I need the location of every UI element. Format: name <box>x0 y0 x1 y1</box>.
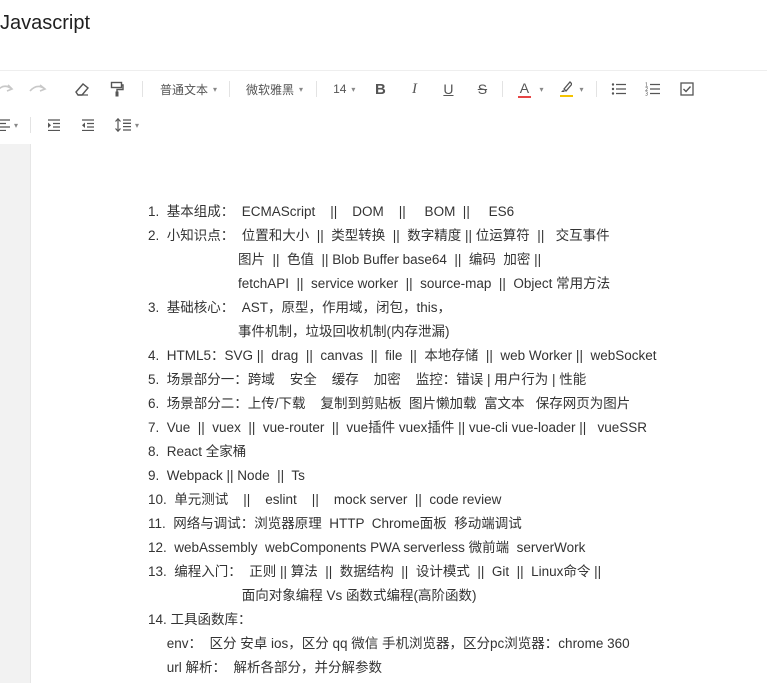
toolbar-separator <box>229 81 231 97</box>
highlight-color-button[interactable] <box>559 76 573 102</box>
outdent-icon <box>82 119 95 131</box>
document-line[interactable]: 8. React 全家桶 <box>148 440 767 464</box>
bullet-list-icon <box>612 83 627 95</box>
highlighter-icon <box>561 81 573 92</box>
document-line[interactable]: 图片 || 色值 || Blob Buffer base64 || 编码 加密 … <box>148 248 767 272</box>
paragraph-style-value: 普通文本 <box>160 82 209 97</box>
document-line[interactable]: 13. 编程入门： 正则 || 算法 || 数据结构 || 设计模式 || Gi… <box>148 560 767 584</box>
document-line[interactable]: 5. 场景部分一：跨域 安全 缓存 加密 监控：错误 | 用户行为 | 性能 <box>148 368 767 392</box>
chevron-down-icon: ▾ <box>351 84 356 94</box>
document-line[interactable]: 14. 工具函数库： <box>148 608 767 632</box>
italic-button[interactable]: I <box>406 76 422 102</box>
document-line[interactable]: fetchAPI || service worker || source-map… <box>148 272 767 296</box>
chevron-down-icon: ▾ <box>299 84 304 94</box>
document-line[interactable]: 1. 基本组成： ECMAScript || DOM || BOM || ES6 <box>148 200 767 224</box>
document-page[interactable]: 1. 基本组成： ECMAScript || DOM || BOM || ES6… <box>30 144 767 683</box>
format-painter-icon <box>110 81 124 97</box>
document-line[interactable]: 10. 单元测试 || eslint || mock server || cod… <box>148 488 767 512</box>
document-line[interactable]: 2. 小知识点： 位置和大小 || 类型转换 || 数字精度 || 位运算符 |… <box>148 224 767 248</box>
toolbar-separator <box>596 81 598 97</box>
highlight-color-swatch <box>559 95 573 97</box>
toolbar-separator <box>316 81 318 97</box>
chevron-down-icon[interactable]: ▾ <box>539 85 543 94</box>
document-line[interactable]: 3. 基础核心： AST，原型，作用域，闭包，this， <box>148 296 767 320</box>
document-title[interactable]: Javascript <box>0 12 90 35</box>
toolbar-separator <box>30 117 32 133</box>
document-line[interactable]: 面向对象编程 Vs 函数式编程(高阶函数) <box>148 584 767 608</box>
document-line[interactable]: 4. HTML5：SVG || drag || canvas || file |… <box>148 344 767 368</box>
document-line[interactable]: 12. webAssembly webComponents PWA server… <box>148 536 767 560</box>
editor-toolbar-secondary: ▾ ▾ <box>0 107 767 143</box>
document-line[interactable]: env： 区分 安卓 ios，区分 qq 微信 手机浏览器，区分pc浏览器：ch… <box>148 632 767 656</box>
document-line[interactable]: 9. Webpack || Node || Ts <box>148 464 767 488</box>
checkbox-icon <box>680 82 695 96</box>
document-line[interactable]: url 解析： 解析各部分，并分解参数 <box>148 656 767 680</box>
chevron-down-icon[interactable]: ▾ <box>14 121 18 130</box>
toolbar-separator <box>142 81 143 97</box>
redo-button[interactable] <box>28 76 48 102</box>
numbered-list-button[interactable]: 123 <box>645 76 661 102</box>
eraser-icon <box>75 83 90 96</box>
undo-icon <box>0 84 14 92</box>
chevron-down-icon: ▾ <box>213 84 218 94</box>
font-family-value: 微软雅黑 <box>246 82 295 97</box>
chevron-down-icon[interactable]: ▾ <box>135 121 139 130</box>
document-line[interactable]: 11. 网络与调试：浏览器原理 HTTP Chrome面板 移动端调试 <box>148 512 767 536</box>
font-family-dropdown[interactable]: 微软雅黑 ▾ <box>246 76 303 102</box>
toolbar-separator <box>502 81 504 97</box>
font-color-letter: A <box>519 79 530 96</box>
line-height-dropdown[interactable] <box>115 112 132 138</box>
editor-toolbar-main: 普通文本 ▾ 微软雅黑 ▾ 14 ▾ B I U S A ▾ ▾ 123 <box>0 71 767 107</box>
document-line[interactable]: 6. 场景部分二：上传/下载 复制到剪贴板 图片懒加载 富文本 保存网页为图片 <box>148 392 767 416</box>
outdent-button[interactable] <box>81 112 95 138</box>
numbered-list-icon: 123 <box>645 83 661 97</box>
font-size-value: 14 <box>333 82 347 96</box>
svg-text:3: 3 <box>645 92 648 97</box>
document-line[interactable]: 7. Vue || vuex || vue-router || vue插件 vu… <box>148 416 767 440</box>
line-height-icon <box>115 118 132 132</box>
underline-button[interactable]: U <box>440 76 456 102</box>
format-painter-button[interactable] <box>109 76 125 102</box>
undo-button[interactable] <box>0 76 16 102</box>
document-line[interactable]: 事件机制，垃圾回收机制(内存泄漏) <box>148 320 767 344</box>
checklist-button[interactable] <box>679 76 695 102</box>
strikethrough-button[interactable]: S <box>474 76 490 102</box>
paragraph-style-dropdown[interactable]: 普通文本 ▾ <box>160 76 217 102</box>
indent-icon <box>48 119 61 131</box>
document-body[interactable]: 1. 基本组成： ECMAScript || DOM || BOM || ES6… <box>148 200 767 680</box>
redo-icon <box>29 84 47 92</box>
bold-button[interactable]: B <box>372 76 388 102</box>
bullet-list-button[interactable] <box>611 76 627 102</box>
font-color-button[interactable]: A <box>517 76 531 102</box>
font-color-swatch <box>517 95 531 98</box>
align-left-icon <box>0 119 10 131</box>
indent-button[interactable] <box>47 112 61 138</box>
font-size-dropdown[interactable]: 14 ▾ <box>333 76 355 102</box>
clear-format-button[interactable] <box>74 76 90 102</box>
chevron-down-icon[interactable]: ▾ <box>579 85 583 94</box>
align-dropdown[interactable] <box>0 112 12 138</box>
